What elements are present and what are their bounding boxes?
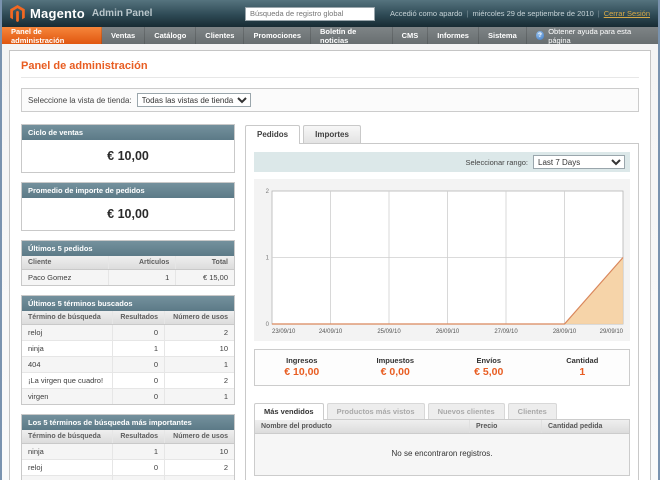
- table-row[interactable]: 404 0 1: [22, 356, 234, 373]
- svg-text:24/09/10: 24/09/10: [319, 329, 343, 335]
- tab-importes[interactable]: Importes: [303, 125, 361, 143]
- bestsellers-table: Nombre del producto Precio Cantidad pedi…: [254, 419, 630, 476]
- table-row[interactable]: ninja 1 10: [22, 340, 234, 357]
- svg-text:29/09/10: 29/09/10: [600, 329, 624, 335]
- average-orders-box: Promedio de importe de pedidos € 10,00: [21, 182, 235, 231]
- average-orders-value: € 10,00: [107, 207, 149, 221]
- nav-item-customers[interactable]: Clientes: [196, 27, 245, 44]
- table-row[interactable]: Paco Gomez 1 € 15,00: [22, 269, 234, 285]
- table-row[interactable]: reloj 0 2: [22, 324, 234, 341]
- help-link[interactable]: ? Obtener ayuda para esta página: [527, 27, 658, 45]
- top-search-terms-table: Término de búsqueda Resultados Número de…: [22, 430, 234, 480]
- svg-text:2: 2: [266, 189, 270, 195]
- stat-ingresos: Ingresos € 10,00: [284, 356, 320, 378]
- grids-tabs: Más vendidos Productos más vistos Nuevos…: [254, 402, 630, 420]
- store-view-bar: Seleccione la vista de tienda: Todas las…: [21, 88, 639, 112]
- tab-clientes[interactable]: Clientes: [507, 403, 557, 419]
- page-title: Panel de administración: [21, 60, 639, 78]
- lifetime-sales-box: Ciclo de ventas € 10,00: [21, 124, 235, 173]
- svg-text:25/09/10: 25/09/10: [377, 329, 401, 335]
- nav-item-newsletter[interactable]: Boletín de noticias: [311, 27, 393, 45]
- nav-item-dashboard[interactable]: Panel de administración: [2, 27, 103, 45]
- magento-logo-icon: [10, 5, 25, 22]
- orders-panel: Seleccionar rango: Last 7 Days 0 1 2 23/09/…: [245, 143, 639, 480]
- range-bar: Seleccionar rango: Last 7 Days: [254, 152, 630, 172]
- logged-in-as: Accedió como apardo: [389, 9, 463, 18]
- svg-text:28/09/10: 28/09/10: [553, 329, 577, 335]
- table-row[interactable]: reloj 0 2: [22, 459, 234, 476]
- stat-impuestos: Impuestos € 0,00: [376, 356, 414, 378]
- orders-chart-wrap: 0 1 2 23/09/10 24/09/10 25/09/10 26/09/10 27/09…: [254, 179, 630, 341]
- help-icon: ?: [535, 31, 545, 40]
- nav-item-reports[interactable]: Informes: [428, 27, 479, 44]
- stat-envios: Envíos € 5,00: [474, 356, 504, 378]
- svg-text:27/09/10: 27/09/10: [494, 329, 518, 335]
- orders-area-chart: 0 1 2 23/09/10 24/09/10 25/09/10 26/09/10 27/09…: [266, 189, 624, 335]
- last-orders-table: Cliente Artículos Total Paco Gomez 1 € 1…: [22, 256, 234, 285]
- tab-productos-mas-vistos[interactable]: Productos más vistos: [326, 403, 425, 419]
- session-info: Accedió como apardo | miércoles 29 de se…: [389, 9, 650, 18]
- tab-mas-vendidos[interactable]: Más vendidos: [254, 403, 324, 420]
- table-row[interactable]: ¡La virgen que cuadro!02: [22, 475, 234, 480]
- nav-item-system[interactable]: Sistema: [479, 27, 527, 44]
- logout-link[interactable]: Cerrar Sesión: [604, 9, 650, 18]
- nav-item-catalog[interactable]: Catálogo: [145, 27, 197, 44]
- range-select[interactable]: Last 7 Days: [533, 155, 625, 169]
- last-search-terms-box: Últimos 5 términos buscados Término de b…: [21, 295, 235, 405]
- nav-item-cms[interactable]: CMS: [393, 27, 429, 44]
- last-orders-box: Últimos 5 pedidos Cliente Artículos Tota…: [21, 240, 235, 286]
- tab-nuevos-clientes[interactable]: Nuevos clientes: [427, 403, 505, 419]
- dashboard-main: Pedidos Importes Seleccionar rango: Last…: [245, 124, 639, 480]
- totals-bar: Ingresos € 10,00 Impuestos € 0,00 Envíos…: [254, 349, 630, 386]
- table-row[interactable]: ninja 1 10: [22, 443, 234, 460]
- lifetime-sales-value: € 10,00: [107, 149, 149, 163]
- store-view-select[interactable]: Todas las vistas de tienda: [136, 93, 251, 107]
- nav-item-promotions[interactable]: Promociones: [244, 27, 311, 44]
- browser-viewport: Magento Admin Panel Accedió como apardo …: [0, 0, 660, 480]
- dashboard-sidebar: Ciclo de ventas € 10,00 Promedio de impo…: [21, 124, 235, 480]
- main-nav: Panel de administración Ventas Catálogo …: [2, 27, 658, 45]
- lifetime-sales-title: Ciclo de ventas: [22, 125, 234, 140]
- top-search-terms-box: Los 5 términos de búsqueda más important…: [21, 414, 235, 480]
- tab-pedidos[interactable]: Pedidos: [245, 125, 301, 144]
- svg-text:26/09/10: 26/09/10: [436, 329, 460, 335]
- average-orders-title: Promedio de importe de pedidos: [22, 183, 234, 198]
- nav-item-sales[interactable]: Ventas: [102, 27, 146, 44]
- global-search-input[interactable]: [244, 6, 375, 21]
- bestsellers-header: Nombre del producto Precio Cantidad pedi…: [255, 420, 629, 434]
- store-view-label: Seleccione la vista de tienda:: [28, 95, 132, 105]
- content-area: Panel de administración Seleccione la vi…: [2, 44, 658, 480]
- svg-text:23/09/10: 23/09/10: [272, 329, 296, 335]
- svg-text:1: 1: [266, 256, 270, 262]
- brand-name: Magento: [30, 6, 85, 21]
- admin-header: Magento Admin Panel Accedió como apardo …: [2, 0, 658, 27]
- range-label: Seleccionar rango:: [465, 157, 528, 167]
- current-date: miércoles 29 de septiembre de 2010: [472, 9, 594, 18]
- table-row[interactable]: virgen 0 1: [22, 388, 234, 404]
- last-search-terms-table: Término de búsqueda Resultados Número de…: [22, 311, 234, 404]
- empty-records-message: No se encontraron registros.: [255, 434, 629, 475]
- stat-cantidad: Cantidad 1: [566, 356, 599, 378]
- svg-text:0: 0: [266, 322, 270, 328]
- table-row[interactable]: ¡La virgen que cuadro!02: [22, 372, 234, 389]
- diagram-tabs: Pedidos Importes: [245, 124, 639, 144]
- brand-subtitle: Admin Panel: [91, 8, 153, 19]
